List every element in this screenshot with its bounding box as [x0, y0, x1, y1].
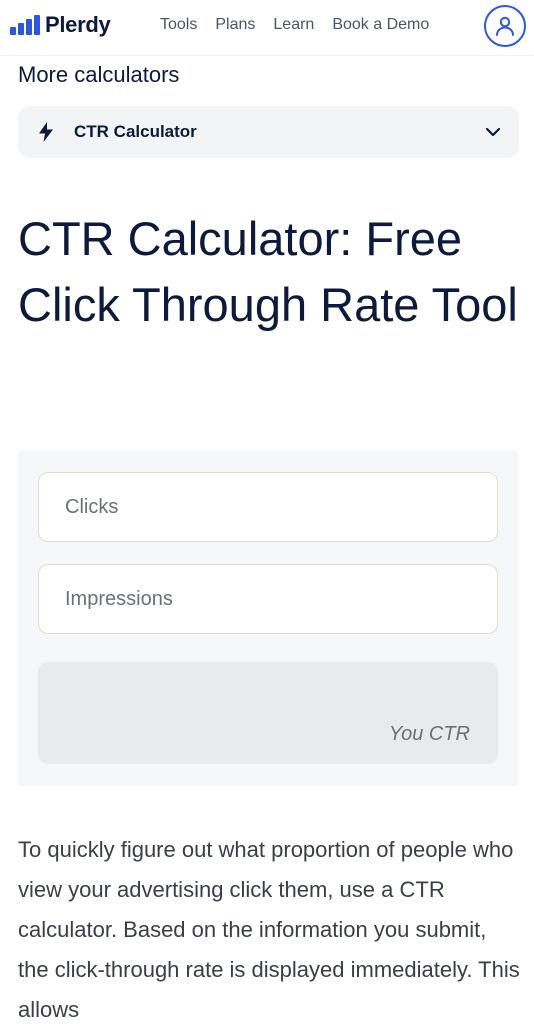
main-nav: Tools Plans Learn Book a Demo	[160, 16, 429, 34]
calculator-select-label: CTR Calculator	[74, 122, 197, 141]
clicks-input[interactable]	[38, 472, 498, 542]
logo-text: Plerdy	[45, 12, 111, 37]
site-header: Plerdy Tools Plans Learn Book a Demo	[0, 0, 534, 56]
ctr-calculator-panel: You CTR	[18, 450, 518, 786]
logo-bars-icon	[10, 15, 40, 35]
intro-paragraph: To quickly figure out what proportion of…	[18, 837, 520, 1022]
chevron-down-icon	[485, 127, 501, 137]
page-title: CTR Calculator: Free Click Through Rate …	[18, 212, 518, 331]
ctr-result-box: You CTR	[38, 662, 498, 764]
nav-tools[interactable]: Tools	[160, 16, 197, 34]
ctr-result-label: You CTR	[388, 723, 470, 745]
lightning-icon	[39, 122, 53, 142]
account-button[interactable]	[484, 5, 526, 47]
plerdy-logo[interactable]: Plerdy	[10, 12, 111, 38]
user-icon	[496, 16, 514, 36]
calculator-select[interactable]: CTR Calculator	[18, 106, 519, 158]
impressions-input[interactable]	[38, 564, 498, 634]
nav-plans[interactable]: Plans	[215, 16, 255, 34]
nav-book-demo[interactable]: Book a Demo	[332, 16, 429, 34]
more-calculators-title: More calculators	[18, 62, 180, 87]
nav-learn[interactable]: Learn	[273, 16, 314, 34]
